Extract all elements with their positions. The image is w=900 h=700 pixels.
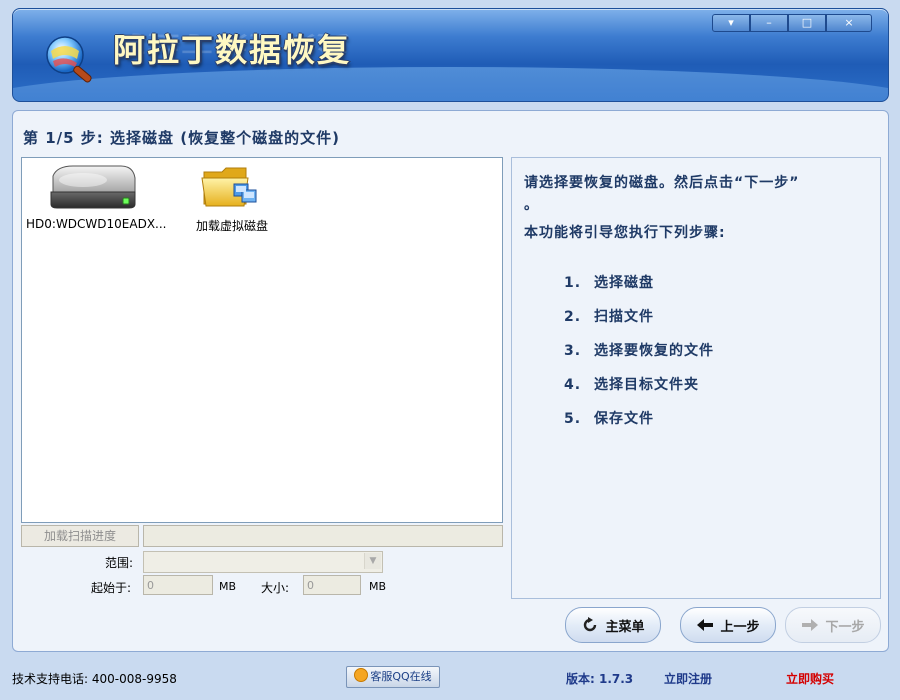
range-select[interactable]: ▼ bbox=[143, 551, 383, 573]
next-step-label: 下一步 bbox=[825, 619, 865, 635]
drive-list[interactable]: HD0:WDCWD10EADX... 加载虚拟磁盘 bbox=[21, 157, 503, 523]
window-menu-button[interactable]: ▾ bbox=[712, 14, 750, 32]
wizard-step-number: 1. bbox=[564, 275, 582, 291]
load-virtual-disk-item[interactable]: 加载虚拟磁盘 bbox=[182, 162, 282, 234]
wizard-step-text: 保存文件 bbox=[594, 411, 654, 427]
wizard-step-item: 2. 扫描文件 bbox=[564, 306, 654, 326]
wizard-step-number: 5. bbox=[564, 411, 582, 427]
support-phone: 技术支持电话: 400-008-9958 bbox=[12, 672, 177, 686]
instructions-panel: 请选择要恢复的磁盘。然后点击“下一步” 。 本功能将引导您执行下列步骤: 1. 选… bbox=[511, 157, 881, 599]
previous-step-button[interactable]: 上一步 bbox=[680, 607, 776, 643]
wizard-step-item: 1. 选择磁盘 bbox=[564, 272, 654, 292]
instruction-line-1-tail: 。 bbox=[524, 197, 539, 213]
drive-item-label: HD0:WDCWD10EADX... bbox=[26, 217, 167, 231]
size-label: 大小: bbox=[261, 581, 290, 595]
arrow-left-icon bbox=[697, 619, 714, 631]
arrow-right-icon bbox=[802, 619, 819, 631]
wizard-step-text: 扫描文件 bbox=[594, 309, 654, 325]
maximize-button[interactable]: □ bbox=[788, 14, 826, 32]
wizard-step-text: 选择目标文件夹 bbox=[594, 377, 699, 393]
main-menu-button[interactable]: 主菜单 bbox=[565, 607, 661, 643]
start-label: 起始于: bbox=[91, 581, 132, 595]
folder-icon bbox=[201, 167, 257, 207]
main-panel: 第 1/5 步: 选择磁盘 (恢复整个磁盘的文件) HD0:WDCWD10EAD… bbox=[12, 110, 889, 652]
status-bar: 技术支持电话: 400-008-9958 客服QQ在线 版本: 1.7.3 立即… bbox=[0, 660, 900, 700]
load-scan-progress-button[interactable]: 加载扫描进度 bbox=[21, 525, 139, 547]
start-offset-input[interactable]: 0 bbox=[143, 575, 213, 595]
drive-item-hd0[interactable]: HD0:WDCWD10EADX... bbox=[26, 162, 167, 231]
wizard-step-text: 选择磁盘 bbox=[594, 275, 654, 291]
drive-item-label: 加载虚拟磁盘 bbox=[195, 219, 268, 233]
wizard-step-number: 4. bbox=[564, 377, 582, 393]
buy-link[interactable]: 立即购买 bbox=[786, 670, 834, 687]
size-input[interactable]: 0 bbox=[303, 575, 361, 595]
range-label: 范围: bbox=[105, 556, 134, 570]
main-menu-label: 主菜单 bbox=[605, 619, 645, 635]
window-controls: ▾ – □ × bbox=[712, 14, 872, 32]
refresh-icon bbox=[584, 617, 597, 632]
qq-icon bbox=[354, 668, 369, 682]
next-step-button[interactable]: 下一步 bbox=[785, 607, 881, 643]
minimize-button[interactable]: – bbox=[750, 14, 788, 32]
wizard-step-item: 4. 选择目标文件夹 bbox=[564, 374, 699, 394]
previous-step-label: 上一步 bbox=[720, 619, 760, 635]
app-logo-icon bbox=[46, 36, 92, 83]
app-title: 阿拉丁数据恢复 bbox=[113, 31, 352, 69]
close-button[interactable]: × bbox=[826, 14, 872, 32]
qq-support-label: 客服QQ在线 bbox=[370, 670, 432, 683]
chevron-down-icon[interactable]: ▼ bbox=[364, 553, 381, 569]
wizard-step-number: 2. bbox=[564, 309, 582, 325]
wizard-step-number: 3. bbox=[564, 343, 582, 359]
start-unit: MB bbox=[219, 580, 237, 593]
step-title: 第 1/5 步: 选择磁盘 (恢复整个磁盘的文件) bbox=[23, 129, 340, 147]
wizard-step-item: 3. 选择要恢复的文件 bbox=[564, 340, 714, 360]
register-link[interactable]: 立即注册 bbox=[664, 670, 712, 687]
qq-support-button[interactable]: 客服QQ在线 bbox=[346, 666, 440, 688]
instruction-line-1: 请选择要恢复的磁盘。然后点击“下一步” bbox=[524, 175, 800, 191]
size-unit: MB bbox=[369, 580, 387, 593]
instruction-line-2: 本功能将引导您执行下列步骤: bbox=[524, 225, 726, 241]
version-label: 版本: 1.7.3 bbox=[566, 672, 634, 686]
title-banner: 阿拉丁数据恢复 阿拉丁数据恢复 ▾ – □ × bbox=[12, 8, 889, 102]
wizard-step-text: 选择要恢复的文件 bbox=[594, 343, 714, 359]
hard-disk-icon bbox=[50, 165, 136, 209]
wizard-step-item: 5. 保存文件 bbox=[564, 408, 654, 428]
scan-progress-path-field[interactable] bbox=[143, 525, 503, 547]
